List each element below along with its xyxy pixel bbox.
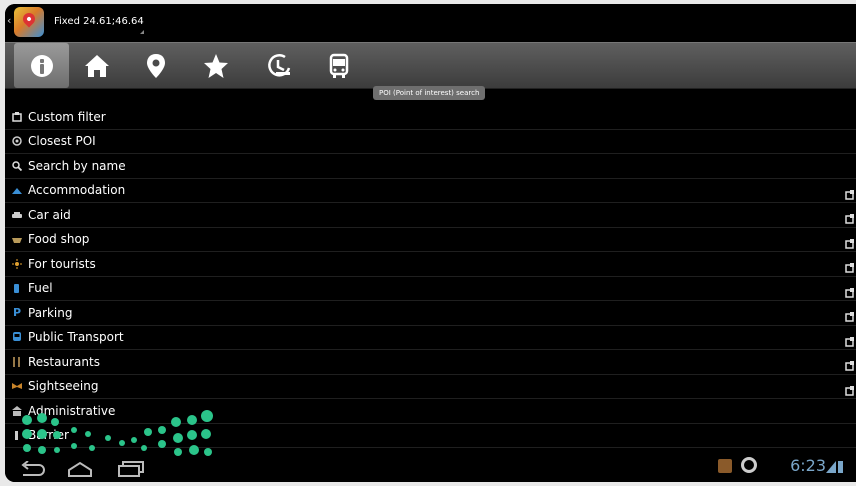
location-button[interactable] [128,43,183,88]
history-button[interactable] [251,43,306,88]
poi-category-label: Search by name [28,158,126,173]
back-icon[interactable] [19,461,45,477]
poi-category-label: Sightseeing [28,379,99,394]
title-bar: ‹ Fixed 24.61;46.64 [5,4,856,42]
transport-button[interactable] [311,43,366,88]
favorites-button[interactable] [188,43,243,88]
poi-category-row[interactable]: Fuel [5,277,856,301]
search-icon [12,161,22,171]
filter-icon [12,111,22,122]
building-icon [12,405,22,416]
poi-category-row[interactable]: Accommodation [5,179,856,203]
clock: 6:23 [790,456,826,475]
poi-category-row[interactable]: P Parking [5,301,856,326]
gps-indicator-icon [741,457,757,473]
recent-apps-icon[interactable] [117,461,145,477]
fuel-icon [12,283,22,294]
star-icon [203,53,228,78]
home-nav-icon[interactable] [67,461,93,477]
poi-category-label: Accommodation [28,183,126,198]
watermark-logo [22,410,213,456]
poi-category-label: Public Transport [28,330,124,345]
poi-category-row[interactable]: Sightseeing [5,375,856,399]
poi-category-label: Car aid [28,207,71,222]
parking-icon: P [12,305,22,319]
info-icon [30,54,53,77]
filter-edit-icon[interactable] [845,185,855,200]
poi-category-row[interactable]: Food shop [5,228,856,252]
poi-category-label: For tourists [28,256,96,271]
filter-edit-icon[interactable] [845,209,855,224]
filter-edit-icon[interactable] [845,332,855,347]
poi-category-label: Custom filter [28,109,106,124]
poi-category-row[interactable]: Search by name [5,154,856,179]
bus-icon [12,332,22,342]
poi-category-label: Closest POI [28,134,96,149]
app-logo-icon[interactable] [14,7,44,37]
closest-icon [12,136,22,146]
poi-category-row[interactable]: Car aid [5,203,856,228]
filter-edit-icon[interactable] [845,234,855,249]
poi-category-label: Fuel [28,281,53,296]
filter-edit-icon[interactable] [845,307,855,322]
bed-icon [12,185,22,195]
poi-category-list: Custom filter Closest POI Search by name Ac… [5,105,856,448]
poi-category-row[interactable]: Restaurants [5,350,856,375]
camera-icon [12,381,22,391]
filter-edit-icon[interactable] [845,283,855,298]
poi-category-row[interactable]: Public Transport [5,326,856,350]
bus-icon [329,53,348,78]
filter-edit-icon[interactable] [845,356,855,371]
history-clock-icon [267,53,290,77]
basket-icon [12,234,22,244]
back-caret-icon[interactable]: ‹ [7,14,11,27]
poi-category-row[interactable]: Custom filter [5,105,856,130]
notification-app-icon[interactable] [718,459,732,473]
barrier-icon [12,430,22,441]
main-toolbar [5,42,856,89]
home-icon [84,54,109,77]
toolbar-tooltip: POI (Point of interest) search [373,86,486,100]
poi-category-row[interactable]: For tourists [5,252,856,277]
gps-status-text: Fixed 24.61;46.64 [54,16,144,27]
car-icon [12,210,22,220]
fork-knife-icon [12,356,22,367]
home-button[interactable] [69,43,124,88]
poi-category-label: Parking [28,305,73,320]
location-pin-icon [146,53,165,78]
poi-category-row[interactable]: Closest POI [5,130,856,154]
filter-edit-icon[interactable] [845,381,855,396]
sun-icon [12,258,22,269]
corner-indicator-icon [140,30,144,34]
poi-category-label: Food shop [28,232,90,247]
filter-edit-icon[interactable] [845,258,855,273]
signal-battery-icon [826,461,843,473]
info-button[interactable] [14,43,69,88]
poi-category-label: Restaurants [28,354,100,369]
